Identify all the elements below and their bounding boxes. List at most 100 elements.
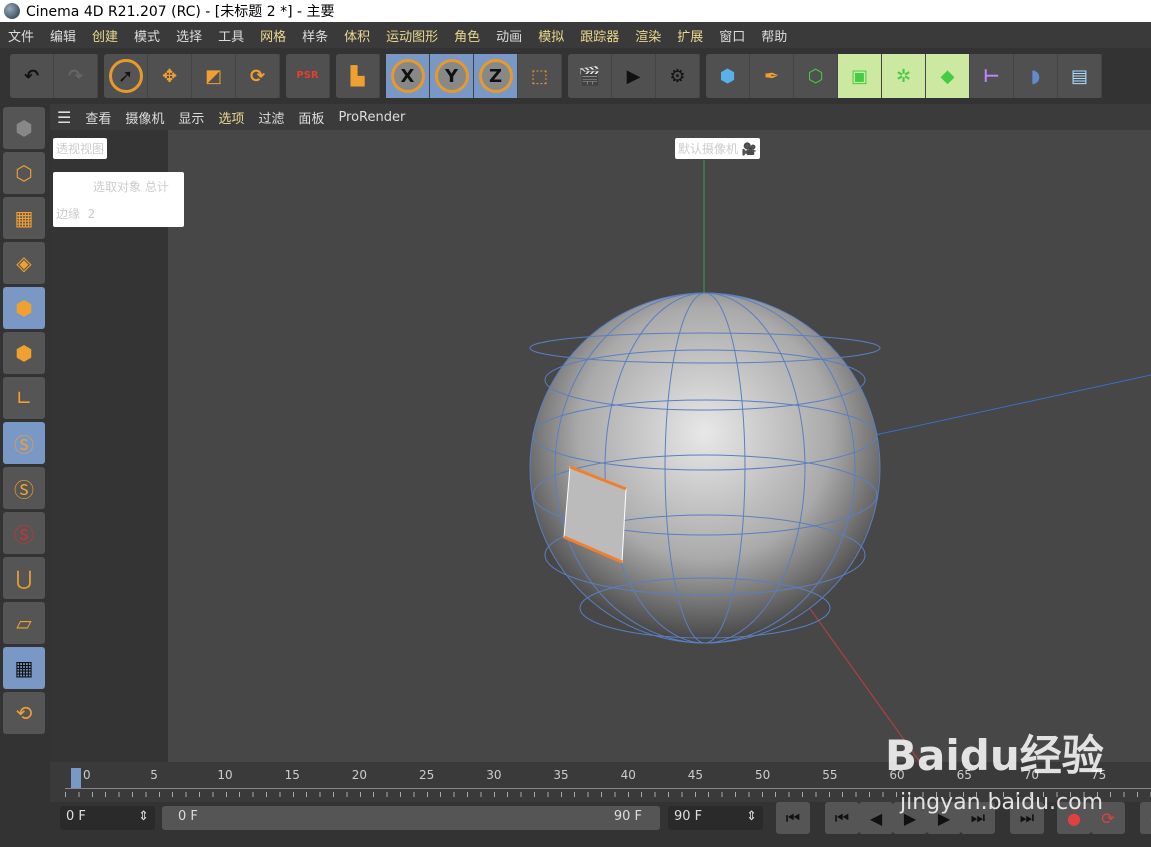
menu-tracker[interactable]: 跟踪器 xyxy=(572,26,627,45)
menu-tools[interactable]: 工具 xyxy=(210,26,252,45)
viewport-menu-display[interactable]: 显示 xyxy=(171,108,211,127)
menu-edit[interactable]: 编辑 xyxy=(42,26,84,45)
menu-spline[interactable]: 样条 xyxy=(294,26,336,45)
menu-animate[interactable]: 动画 xyxy=(488,26,530,45)
mograph-icon[interactable]: ◆ xyxy=(926,54,970,98)
viewport-menu-cameras[interactable]: 摄像机 xyxy=(118,108,171,127)
menu-help[interactable]: 帮助 xyxy=(753,26,795,45)
cube-icon[interactable]: ⬢ xyxy=(706,54,750,98)
edge-mode-icon[interactable]: ⬢ xyxy=(3,287,45,329)
timeline-tick-label: 50 xyxy=(755,768,771,782)
menu-window[interactable]: 窗口 xyxy=(711,26,753,45)
z-axis-lock[interactable]: Z xyxy=(474,54,518,98)
timeline-tick-label: 55 xyxy=(822,768,838,782)
range-end: 90 F xyxy=(613,809,642,824)
viewport-menu-prorender[interactable]: ProRender xyxy=(331,110,412,125)
extrude-icon[interactable]: ▣ xyxy=(838,54,882,98)
x-axis-lock[interactable]: X xyxy=(386,54,430,98)
render-view-icon[interactable]: 🎬 xyxy=(568,54,612,98)
previous-frame-button[interactable]: ◀ xyxy=(859,802,893,834)
menu-bar: 文件 编辑 创建 模式 选择 工具 网格 样条 体积 运动图形 角色 动画 模拟… xyxy=(0,22,1151,48)
scale-tool-icon[interactable]: ◩ xyxy=(192,54,236,98)
workplane-icon[interactable]: ▱ xyxy=(3,602,45,644)
view-name-label[interactable]: 透视视图 xyxy=(53,138,108,159)
timeline-tick-label: 10 xyxy=(217,768,233,782)
coordinate-system-icon[interactable]: ⬚ xyxy=(518,54,562,98)
rotate-tool-icon[interactable]: ⟳ xyxy=(236,54,280,98)
cloner-icon[interactable]: ✲ xyxy=(882,54,926,98)
hamburger-icon[interactable]: ☰ xyxy=(50,108,78,127)
hud-edges-label: 边缘 xyxy=(56,207,81,221)
end-frame-field[interactable]: 90 F ⇕ xyxy=(668,806,763,830)
z-label: Z xyxy=(478,59,513,93)
timeline-tick-label: 30 xyxy=(486,768,502,782)
3d-viewport[interactable]: 透视视图 默认摄像机 🎥 选取对象 总计 边缘 2 xyxy=(50,130,1151,762)
hud-edges-value: 2 xyxy=(87,207,96,221)
menu-file[interactable]: 文件 xyxy=(0,26,42,45)
menu-create[interactable]: 创建 xyxy=(84,26,126,45)
menu-select[interactable]: 选择 xyxy=(168,26,210,45)
environment-icon[interactable]: ◗ xyxy=(1014,54,1058,98)
playhead[interactable] xyxy=(71,768,81,788)
pen-icon[interactable]: ✒ xyxy=(750,54,794,98)
menu-mograph[interactable]: 运动图形 xyxy=(378,26,446,45)
hud-panel: 选取对象 总计 边缘 2 xyxy=(53,172,184,227)
texture-mode-icon[interactable]: ▦ xyxy=(3,197,45,239)
snap-magnet-icon[interactable]: ⋃ xyxy=(3,557,45,599)
render-settings-icon[interactable]: ⚙ xyxy=(656,54,700,98)
timeline-tick-label: 0 xyxy=(83,768,91,782)
range-start: 0 F xyxy=(178,809,198,824)
y-label: Y xyxy=(434,59,469,93)
subdivision-icon[interactable]: ⬡ xyxy=(794,54,838,98)
current-frame-field[interactable]: 0 F ⇕ xyxy=(60,806,155,830)
camera-label[interactable]: 默认摄像机 🎥 xyxy=(675,138,760,159)
undo-icon[interactable]: ↶ xyxy=(10,54,54,98)
polygon-mode-icon[interactable]: ⬢ xyxy=(3,332,45,374)
timeline-tick-label: 25 xyxy=(419,768,435,782)
redo-icon[interactable]: ↷ xyxy=(54,54,98,98)
menu-character[interactable]: 角色 xyxy=(446,26,488,45)
menu-render[interactable]: 渲染 xyxy=(627,26,669,45)
viewport-menu-options[interactable]: 选项 xyxy=(211,108,251,127)
scene-svg xyxy=(529,160,1151,762)
snap-icon[interactable]: ▙ xyxy=(336,54,380,98)
hud-header: 选取对象 总计 xyxy=(93,180,169,194)
axis-mode-icon[interactable]: ∟ xyxy=(3,377,45,419)
deformer-icon[interactable]: ⊢ xyxy=(970,54,1014,98)
baidu-watermark-url: jingyan.baidu.com xyxy=(900,790,1104,815)
menu-extensions[interactable]: 扩展 xyxy=(669,26,711,45)
point-mode-icon[interactable]: ◈ xyxy=(3,242,45,284)
current-frame-value: 0 F xyxy=(66,809,86,824)
menu-mesh[interactable]: 网格 xyxy=(252,26,294,45)
cinema4d-logo-icon xyxy=(4,3,20,19)
workplane-rotate-icon[interactable]: ⟲ xyxy=(3,692,45,734)
viewport-menu-filter[interactable]: 过滤 xyxy=(251,108,291,127)
frame-range-slider[interactable]: 0 F 90 F xyxy=(162,806,660,830)
menu-mode[interactable]: 模式 xyxy=(126,26,168,45)
model-mode-icon[interactable]: ⬡ xyxy=(3,152,45,194)
main-toolbar: ↶ ↷ ➚ ✥ ◩ ⟳ PSR ▙ X Y Z ⬚ 🎬 ▶ ⚙ ⬢ ✒ ⬡ ▣ … xyxy=(0,48,1151,104)
timeline-tick-label: 45 xyxy=(687,768,704,782)
floor-icon[interactable]: ▤ xyxy=(1058,54,1102,98)
keyframe-selection-button[interactable]: ● xyxy=(1140,802,1151,834)
timeline-tick-label: 5 xyxy=(150,768,158,782)
y-axis-lock[interactable]: Y xyxy=(430,54,474,98)
menu-simulate[interactable]: 模拟 xyxy=(530,26,572,45)
workplane-lock-icon[interactable]: ▦ xyxy=(3,647,45,689)
psr-icon[interactable]: PSR xyxy=(286,54,330,98)
previous-key-button[interactable]: ⏮ xyxy=(825,802,859,834)
solo-off-icon[interactable]: Ⓢ xyxy=(3,512,45,554)
menu-volume[interactable]: 体积 xyxy=(336,26,378,45)
sphere[interactable] xyxy=(529,292,881,644)
solo-hierarchy-icon[interactable]: Ⓢ xyxy=(3,467,45,509)
camera-name: 默认摄像机 xyxy=(678,142,739,156)
left-mode-palette: ⬢ ⬡ ▦ ◈ ⬢ ⬢ ∟ Ⓢ Ⓢ Ⓢ ⋃ ▱ ▦ ⟲ xyxy=(0,104,48,847)
render-picture-viewer-icon[interactable]: ▶ xyxy=(612,54,656,98)
select-tool-icon[interactable]: ➚ xyxy=(104,54,148,98)
move-tool-icon[interactable]: ✥ xyxy=(148,54,192,98)
solo-icon[interactable]: Ⓢ xyxy=(3,422,45,464)
viewport-menu-panel[interactable]: 面板 xyxy=(291,108,331,127)
go-to-start-button[interactable]: ⏮ xyxy=(776,802,810,834)
make-editable-icon[interactable]: ⬢ xyxy=(3,107,45,149)
viewport-menu-view[interactable]: 查看 xyxy=(78,108,118,127)
